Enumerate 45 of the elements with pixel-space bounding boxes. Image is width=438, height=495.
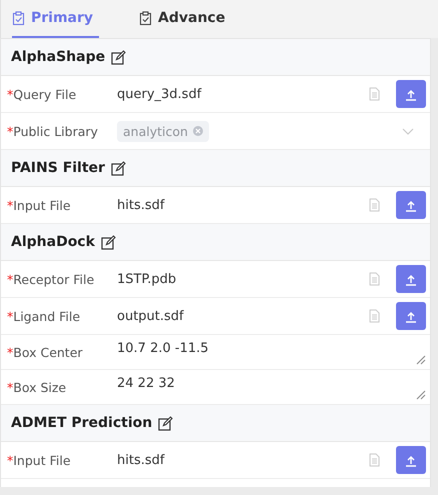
document-icon [369,453,380,467]
upload-button[interactable] [396,302,426,330]
text-area[interactable]: 10.7 2.0 -11.5 [117,335,430,369]
upload-icon [405,88,417,100]
section-title: AlphaDock [11,234,95,250]
tab[interactable]: Advance [139,0,256,38]
upload-button[interactable] [396,191,426,219]
resize-handle-icon[interactable] [416,355,426,365]
upload-button[interactable] [396,80,426,108]
upload-icon [405,198,417,212]
document-icon [369,87,380,101]
edit-icon[interactable] [111,50,126,64]
field-label: *Input File [7,452,72,468]
upload-button[interactable] [396,265,426,293]
edit-icon[interactable] [110,160,126,176]
field-label: *Query File [7,86,78,102]
file-name: 1STP.pdb [117,272,178,286]
field-label: *Box Size [7,380,68,394]
field-label: *Box Center [7,344,84,360]
field-label: *Ligand File [7,308,82,324]
document-icon [369,309,380,323]
section-title: AlphaShape [11,49,106,65]
resize-handle-icon[interactable] [416,390,426,400]
upload-icon [405,272,417,286]
section-title: ADMET Prediction [11,415,152,431]
clipboard-check-icon [12,10,25,26]
upload-button[interactable] [396,446,426,474]
clipboard-check-icon [139,10,152,26]
field-label: *Receptor File [7,272,96,286]
section-title: PAINS Filter [11,160,105,176]
chevron-down-icon [402,128,414,134]
file-name: hits.sdf [117,452,166,468]
upload-icon [405,454,417,466]
upload-icon [405,310,417,322]
field-label: *Input File [7,198,72,212]
edit-icon[interactable] [158,416,174,430]
tag: analyticon [117,120,209,142]
file-name: output.sdf [117,308,185,324]
document-icon [369,198,380,212]
field-label: *Public Library [7,124,99,138]
file-name: query_3d.sdf [117,86,203,102]
file-name: hits.sdf [117,198,166,212]
edit-icon[interactable] [100,234,116,250]
document-icon [369,272,380,286]
text-area[interactable]: 24 22 32 [117,370,430,404]
